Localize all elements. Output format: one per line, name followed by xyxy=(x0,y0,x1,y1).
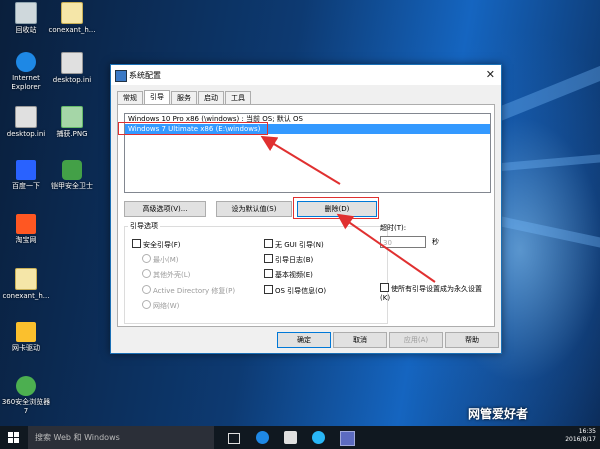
taskbar: 搜索 Web 和 Windows 16:35 2016/8/17 xyxy=(0,426,600,449)
store-icon[interactable] xyxy=(284,431,297,444)
edge-icon[interactable] xyxy=(256,431,269,444)
windows-start-icon[interactable] xyxy=(8,432,19,443)
watermark: 网管爱好者 xyxy=(468,407,529,421)
annotation-arrows xyxy=(260,135,436,283)
system-config-taskbar-icon[interactable] xyxy=(340,431,355,446)
system-clock[interactable]: 16:35 2016/8/17 xyxy=(565,428,596,444)
task-view-icon[interactable] xyxy=(228,433,240,444)
arrow-to-delete-button xyxy=(336,213,436,283)
taskbar-search-box[interactable]: 搜索 Web 和 Windows xyxy=(28,426,214,449)
arrow-to-selected-os xyxy=(260,135,341,185)
internet-explorer-icon[interactable] xyxy=(312,431,325,444)
